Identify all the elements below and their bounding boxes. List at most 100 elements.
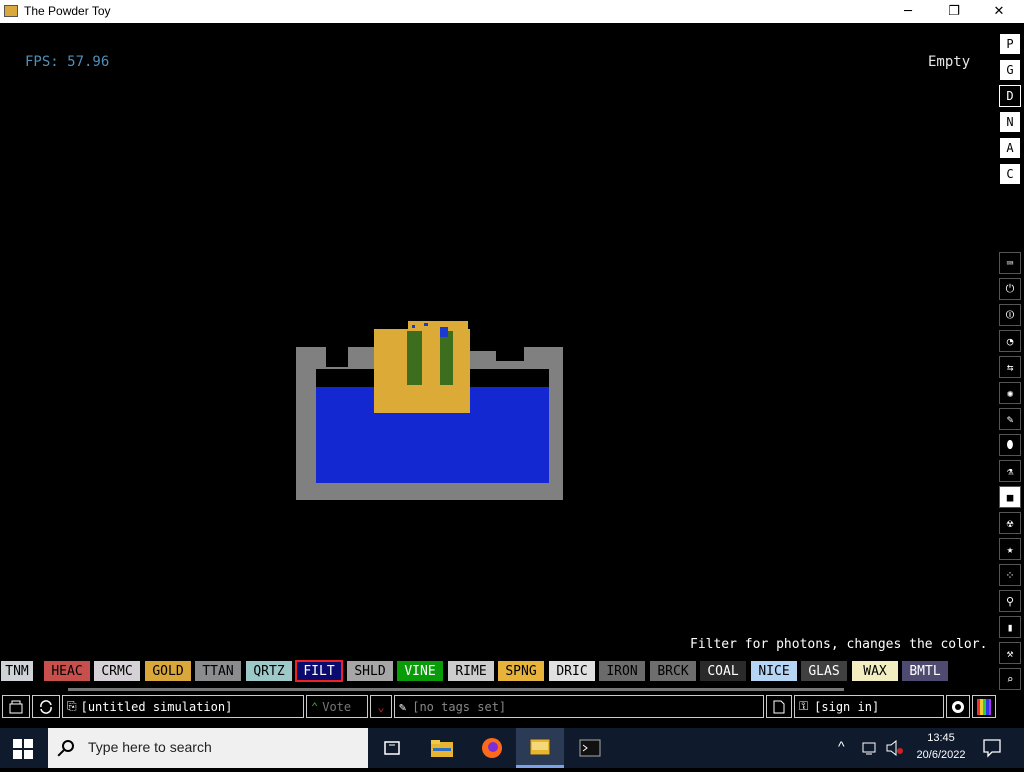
vote-down-icon: ⌄ [377,699,385,714]
mode-button-d[interactable]: D [999,85,1021,107]
settings-button[interactable] [946,695,970,718]
new-simulation-button[interactable] [766,695,792,718]
vote-down-button[interactable]: ⌄ [370,695,392,718]
category-button-radioactive[interactable]: ☢ [999,512,1021,534]
element-button-crmc[interactable]: CRMC [93,660,141,682]
category-button-flask[interactable]: ⚗ [999,460,1021,482]
plug-icon: ⏻ [1005,282,1015,295]
element-button-nice[interactable]: NICE [750,660,798,682]
water-speck [440,327,448,337]
element-button-coal[interactable]: COAL [699,660,747,682]
task-view-icon[interactable] [378,734,406,762]
element-button-rime[interactable]: RIME [447,660,495,682]
hover-status: Empty [928,54,971,70]
tools-icon: ⚒ [1006,646,1014,660]
mode-button-a[interactable]: A [999,137,1021,159]
element-button-glas[interactable]: GLAS [800,660,848,682]
category-button-search[interactable]: ⌕ [999,668,1021,690]
save-icon: ⎘ [67,699,77,713]
show-hidden-icons-button[interactable]: ^ [838,738,845,754]
category-button-bulb[interactable]: ⚲ [999,590,1021,612]
sign-in-label: [sign in] [814,699,880,714]
maximize-button[interactable]: ❐ [931,0,977,23]
flask-icon: ⚗ [1006,464,1014,478]
element-scroll-thumb[interactable] [68,688,844,691]
terminal-icon[interactable] [576,734,604,762]
power-icon: ⏼ [1005,308,1015,321]
save-simulation-button[interactable]: ⎘ [untitled simulation] [62,695,304,718]
close-button[interactable]: ✕ [976,0,1022,23]
vote-label: Vote [322,699,352,714]
key-icon: ⚿ [799,699,809,713]
minimize-button[interactable]: ─ [885,0,931,23]
mode-button-c[interactable]: C [999,163,1021,185]
tags-button[interactable]: ✎ [no tags set] [394,695,764,718]
vine-column [440,331,453,385]
category-button-plug[interactable]: ⏻ [999,278,1021,300]
water-speck [412,325,415,328]
firefox-icon[interactable] [478,734,506,762]
water-speck [424,323,428,326]
element-button-iron[interactable]: IRON [598,660,646,682]
element-button-ttan[interactable]: TTAN [194,660,242,682]
element-button-shld[interactable]: SHLD [346,660,394,682]
drop-icon: ⬮ [1006,438,1014,451]
star-icon: ★ [1006,542,1014,556]
fps-counter: FPS: 57.96 [25,54,110,70]
element-button-wax[interactable]: WAX [851,660,899,682]
powder-toy-icon [516,738,564,768]
category-button-arrows[interactable]: ⇆ [999,356,1021,378]
notification-icon [983,739,1001,758]
element-button-heac[interactable]: HEAC [43,660,91,682]
simulation-canvas[interactable] [0,23,996,655]
category-button-pen[interactable]: ✎ [999,408,1021,430]
category-button-power[interactable]: ⏼ [999,304,1021,326]
window-title: The Powder Toy [24,4,111,18]
render-mode-button[interactable] [972,695,996,718]
folder-icon [9,700,23,713]
new-document-icon [773,700,785,713]
element-button-bmtl[interactable]: BMTL [901,660,949,682]
vote-up-button[interactable]: ⌃ Vote [306,695,368,718]
simulation-drawing [296,321,563,500]
category-button-drop[interactable]: ⬮ [999,434,1021,456]
volume-muted-icon[interactable] [886,739,904,760]
rainbow-icon [977,698,991,715]
category-button-gauge[interactable]: ◔ [999,330,1021,352]
square-icon: ■ [1006,490,1014,504]
category-button-star[interactable]: ★ [999,538,1021,560]
element-button-dric[interactable]: DRIC [548,660,596,682]
mode-button-g[interactable]: G [999,59,1021,81]
element-button-vine[interactable]: VINE [396,660,444,682]
mode-button-n[interactable]: N [999,111,1021,133]
element-tooltip: Filter for photons, changes the color. [690,637,988,652]
powder-toy-taskbar-button[interactable] [516,728,564,768]
element-button-gold[interactable]: GOLD [144,660,192,682]
start-button[interactable] [12,738,34,764]
search-placeholder: Type here to search [88,739,212,755]
arrows-icon: ⇆ [1006,360,1014,374]
clock-date[interactable]: 20/6/2022 [908,749,974,761]
element-button-brck[interactable]: BRCK [649,660,697,682]
element-button-spng[interactable]: SPNG [497,660,545,682]
mode-button-p[interactable]: P [999,33,1021,55]
radioactive-icon: ☢ [1006,516,1014,530]
element-button-qrtz[interactable]: QRTZ [245,660,293,682]
category-button-dots[interactable]: ⁘ [999,564,1021,586]
notification-center-button[interactable] [982,738,1002,762]
clock-time[interactable]: 13:45 [912,732,970,744]
gold-top [408,321,468,330]
category-button-keyboard[interactable]: ⌨ [999,252,1021,274]
category-button-square[interactable]: ■ [999,486,1021,508]
element-button-filt[interactable]: FILT [295,660,343,682]
open-save-button[interactable] [2,695,30,718]
settings-icon [952,700,964,713]
category-button-spray[interactable]: ✺ [999,382,1021,404]
reload-button[interactable] [32,695,60,718]
category-button-bookmark[interactable]: ▮ [999,616,1021,638]
file-explorer-icon[interactable] [428,734,456,762]
category-button-tools[interactable]: ⚒ [999,642,1021,664]
sign-in-button[interactable]: ⚿ [sign in] [794,695,944,718]
element-button-tnm[interactable]: TNM [0,660,34,682]
network-icon[interactable] [862,740,878,759]
